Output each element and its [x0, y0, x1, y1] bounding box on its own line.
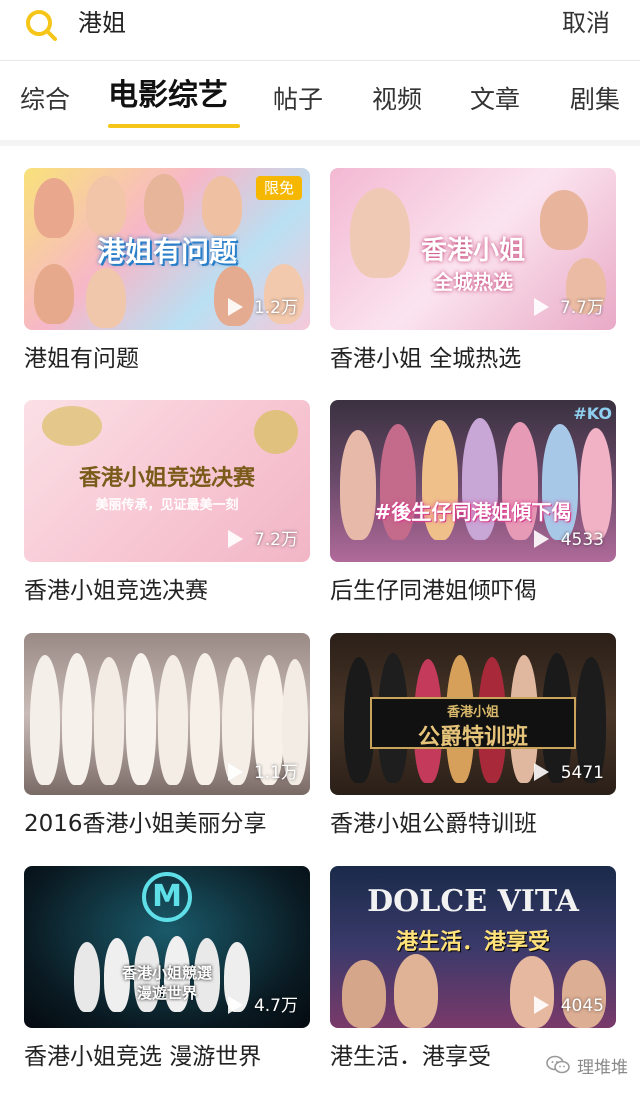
card-title: 后生仔同港姐倾吓偈: [330, 578, 537, 604]
card-title: 港生活．港享受: [330, 1044, 491, 1070]
card-title: 香港小姐竞选 漫游世界: [24, 1044, 262, 1070]
result-card[interactable]: DOLCE VITA 港生活．港享受 4045 港生活．港享受: [330, 866, 616, 1070]
thumbnail: M 香港小姐競選 漫遊世界 4.7万: [24, 866, 310, 1028]
view-count: 1.2万: [253, 298, 298, 318]
view-count: 1.1万: [253, 763, 298, 783]
play-icon: [228, 530, 243, 548]
view-count: 7.2万: [253, 530, 298, 550]
play-icon: [228, 298, 243, 316]
search-icon[interactable]: [24, 8, 60, 44]
tab-bar: 综合 电影综艺 帖子 视频 文章 剧集: [0, 70, 640, 136]
play-icon: [534, 996, 549, 1014]
play-icon: [228, 996, 243, 1014]
thumbnail-title: 香港小姐競選: [121, 964, 212, 982]
thumbnail-title: 公爵特训班: [417, 725, 528, 750]
result-card[interactable]: 港姐有问题 限免 1.2万 港姐有问题: [24, 168, 310, 372]
card-title: 香港小姐公爵特训班: [330, 811, 537, 837]
thumbnail-subtitle: 香港小姐: [446, 705, 499, 720]
tab-movies-variety[interactable]: 电影综艺: [108, 80, 228, 112]
tab-articles[interactable]: 文章: [470, 84, 520, 116]
thumbnail: 香港小姐竞选决赛 美丽传承，见证最美一刻 7.2万: [24, 400, 310, 562]
play-icon: [534, 298, 549, 316]
thumbnail-title: 香港小姐竞选决赛: [78, 466, 255, 491]
watermark: 理堆堆: [545, 1052, 628, 1078]
free-badge: 限免: [255, 176, 302, 200]
tab-posts[interactable]: 帖子: [273, 84, 323, 116]
thumbnail: 香港小姐 公爵特训班 5471: [330, 633, 616, 795]
view-count: 7.7万: [559, 298, 604, 318]
tabs-divider: [0, 140, 640, 146]
result-card[interactable]: 1.1万 2016香港小姐美丽分享: [24, 633, 310, 837]
view-count: 4045: [560, 996, 604, 1016]
view-count: 4.7万: [253, 996, 298, 1016]
result-card[interactable]: 香港小姐 全城热选 7.7万 香港小姐 全城热选: [330, 168, 616, 372]
search-bar: 港姐 取消: [0, 0, 640, 60]
watermark-text: 理堆堆: [577, 1057, 628, 1078]
play-icon: [228, 763, 243, 781]
wechat-icon: [546, 1055, 570, 1074]
m-logo: M: [142, 872, 192, 922]
search-input[interactable]: 港姐: [78, 8, 126, 38]
card-title: 2016香港小姐美丽分享: [24, 811, 267, 837]
card-title: 港姐有问题: [24, 346, 139, 372]
thumbnail-title: DOLCE VITA: [367, 884, 579, 919]
result-card[interactable]: M 香港小姐競選 漫遊世界 4.7万 香港小姐竞选 漫游世界: [24, 866, 310, 1070]
tab-series[interactable]: 剧集: [570, 84, 620, 116]
thumbnail-corner-text: #KO: [573, 404, 612, 423]
thumbnail: DOLCE VITA 港生活．港享受 4045: [330, 866, 616, 1028]
thumbnail: 香港小姐 全城热选 7.7万: [330, 168, 616, 330]
tab-overview[interactable]: 综合: [20, 84, 70, 116]
thumbnail: #KO #後生仔同港姐傾下偈 4533: [330, 400, 616, 562]
view-count: 5471: [560, 763, 604, 783]
thumbnail-title: 香港小姐: [420, 236, 525, 266]
result-card[interactable]: #KO #後生仔同港姐傾下偈 4533 后生仔同港姐倾吓偈: [330, 400, 616, 604]
tab-videos[interactable]: 视频: [372, 84, 422, 116]
thumbnail-title: #後生仔同港姐傾下偈: [374, 500, 572, 524]
header-divider: [0, 60, 640, 61]
thumbnail-subtitle: 美丽传承，见证最美一刻: [95, 498, 239, 513]
result-card[interactable]: 香港小姐竞选决赛 美丽传承，见证最美一刻 7.2万 香港小姐竞选决赛: [24, 400, 310, 604]
thumbnail-subtitle: 全城热选: [433, 270, 513, 294]
card-title: 香港小姐 全城热选: [330, 346, 522, 372]
play-icon: [534, 763, 549, 781]
card-title: 香港小姐竞选决赛: [24, 578, 208, 604]
play-icon: [534, 530, 549, 548]
view-count: 4533: [560, 530, 604, 550]
cancel-button[interactable]: 取消: [562, 8, 610, 38]
thumbnail: 港姐有问题 限免 1.2万: [24, 168, 310, 330]
result-card[interactable]: 香港小姐 公爵特训班 5471 香港小姐公爵特训班: [330, 633, 616, 837]
active-tab-indicator: [108, 124, 240, 128]
thumbnail: 1.1万: [24, 633, 310, 795]
thumbnail-title: 港姐有问题: [96, 235, 237, 268]
thumbnail-subtitle: 港生活．港享受: [395, 930, 550, 955]
